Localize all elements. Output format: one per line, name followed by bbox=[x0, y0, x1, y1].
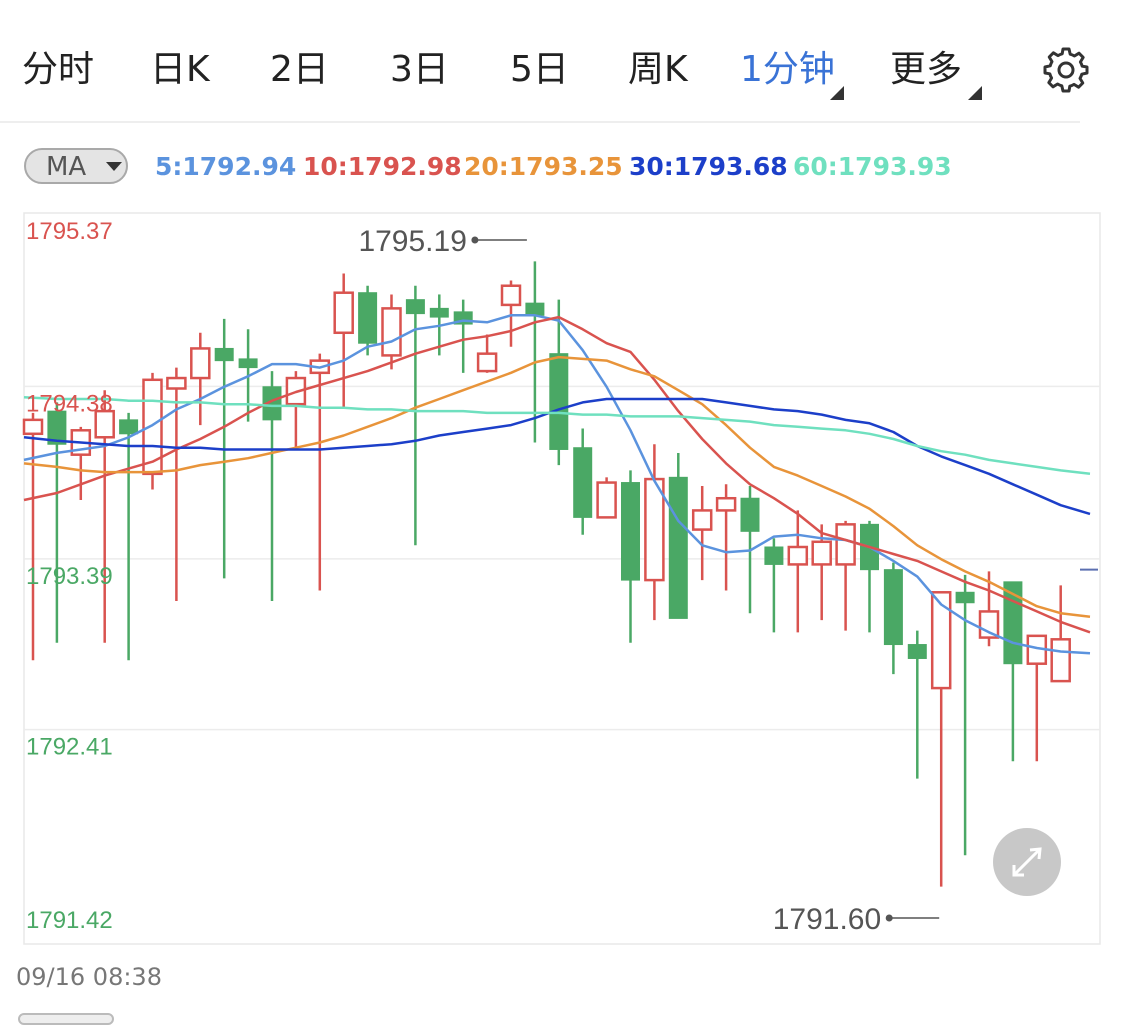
candle-body bbox=[476, 352, 498, 373]
high-price-label: 1795.19 bbox=[358, 225, 466, 258]
candle-body bbox=[238, 358, 258, 369]
candle-body bbox=[525, 302, 545, 316]
candle-body bbox=[381, 307, 402, 357]
candle-body bbox=[500, 284, 522, 307]
candle-body bbox=[214, 347, 234, 362]
price-label: 1792.41 bbox=[26, 734, 113, 761]
candle-body bbox=[1050, 638, 1071, 683]
candle-body bbox=[166, 376, 187, 390]
candle-body bbox=[549, 353, 569, 450]
candle-body bbox=[691, 509, 713, 531]
candle-body bbox=[955, 591, 975, 604]
candle-body bbox=[811, 540, 832, 566]
low-price-label: 1791.60 bbox=[773, 903, 881, 936]
candle-body bbox=[787, 545, 809, 566]
candle-body bbox=[883, 569, 903, 646]
candle-body bbox=[596, 481, 617, 519]
candlestick-chart[interactable]: 1795.37 1794.38 1793.39 1792.41 1791.42 1795.… bbox=[0, 0, 1125, 1019]
candle-body bbox=[715, 496, 737, 512]
candle-body bbox=[930, 591, 952, 690]
candle-body bbox=[190, 347, 211, 380]
high-dot bbox=[471, 236, 479, 244]
candle-body bbox=[621, 482, 640, 581]
candle-body bbox=[573, 447, 593, 518]
candle-body bbox=[119, 419, 139, 435]
expand-button[interactable] bbox=[993, 828, 1061, 896]
candle-body bbox=[405, 299, 425, 315]
candle-body bbox=[429, 307, 449, 318]
candle-body bbox=[668, 476, 688, 619]
candle-body bbox=[740, 497, 760, 532]
candle-body bbox=[764, 546, 784, 565]
next-panel-selector bbox=[18, 1013, 114, 1025]
candle-body bbox=[358, 292, 378, 344]
cursor-time: 09/16 08:38 bbox=[16, 963, 162, 991]
candle-body bbox=[644, 477, 665, 582]
candle-body bbox=[22, 418, 44, 436]
candle-body bbox=[835, 523, 856, 566]
price-label: 1791.42 bbox=[26, 907, 113, 934]
price-label: 1794.38 bbox=[26, 390, 113, 417]
price-label: 1793.39 bbox=[26, 563, 113, 590]
candle-body bbox=[333, 291, 354, 335]
price-label: 1795.37 bbox=[26, 218, 113, 245]
candle-body bbox=[907, 644, 927, 659]
low-dot bbox=[885, 914, 893, 922]
